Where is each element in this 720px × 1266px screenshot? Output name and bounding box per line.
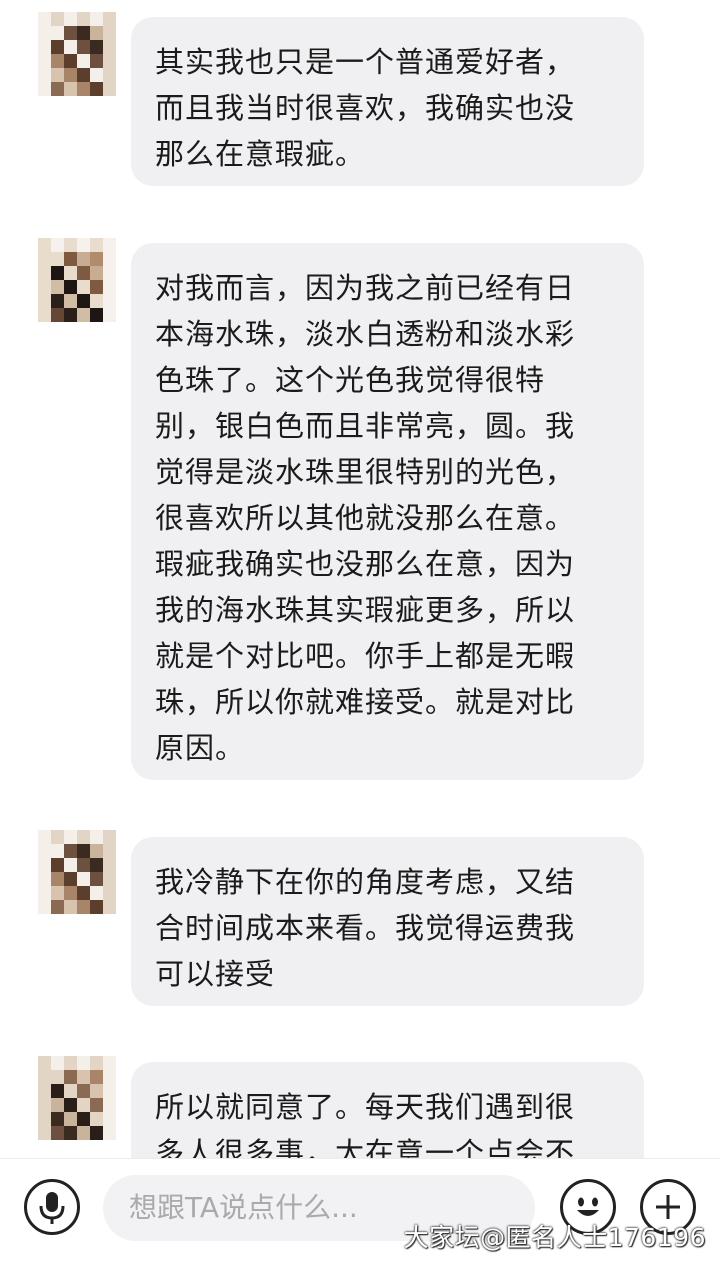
chat-area[interactable]: 其实我也只是一个普通爱好者， 而且我当时很喜欢，我确实也没 那么在意瑕疵。 对我… [0, 0, 720, 1158]
message-bubble: 我冷静下在你的角度考虑，又结 合时间成本来看。我觉得运费我 可以接受 [131, 837, 644, 1006]
message-line: 而且我当时很喜欢，我确实也没 [155, 91, 576, 125]
avatar[interactable] [38, 830, 116, 914]
message-line: 原因。 [155, 731, 246, 765]
message-line: 瑕疵我确实也没那么在意，因为 [155, 547, 576, 581]
avatar[interactable] [38, 1056, 116, 1140]
watermark: 大家坛@匿名人士176196 [403, 1223, 706, 1252]
message-bubble: 对我而言，因为我之前已经有日 本海水珠，淡水白透粉和淡水彩 色珠了。这个光色我觉… [131, 243, 644, 780]
avatar[interactable] [38, 238, 116, 322]
message-line: 别，银白色而且非常亮，圆。我 [155, 409, 576, 443]
message-line: 所以就同意了。每天我们遇到很 [155, 1090, 576, 1124]
message-bubble: 所以就同意了。每天我们遇到很 多人很多事，太在意一个点会不 [131, 1062, 644, 1158]
message-line: 合时间成本来看。我觉得运费我 [155, 911, 576, 945]
message-line: 就是个对比吧。你手上都是无暇 [155, 639, 576, 673]
message-line: 本海水珠，淡水白透粉和淡水彩 [155, 317, 576, 351]
message-line: 其实我也只是一个普通爱好者， [155, 45, 576, 79]
message-line: 那么在意瑕疵。 [155, 137, 366, 171]
message-line: 觉得是淡水珠里很特别的光色， [155, 455, 576, 489]
message-line: 色珠了。这个光色我觉得很特 [155, 363, 546, 397]
microphone-icon[interactable] [24, 1179, 80, 1235]
message-bubble: 其实我也只是一个普通爱好者， 而且我当时很喜欢，我确实也没 那么在意瑕疵。 [131, 17, 644, 186]
message-line: 珠，所以你就难接受。就是对比 [155, 685, 576, 719]
message-line: 对我而言，因为我之前已经有日 [155, 271, 576, 305]
message-line: 多人很多事，太在意一个点会不 [155, 1136, 576, 1158]
message-line: 可以接受 [155, 957, 276, 991]
message-line: 我冷静下在你的角度考虑，又结 [155, 865, 576, 899]
message-line: 很喜欢所以其他就没那么在意。 [155, 501, 576, 535]
avatar[interactable] [38, 12, 116, 96]
message-line: 我的海水珠其实瑕疵更多，所以 [155, 593, 576, 627]
